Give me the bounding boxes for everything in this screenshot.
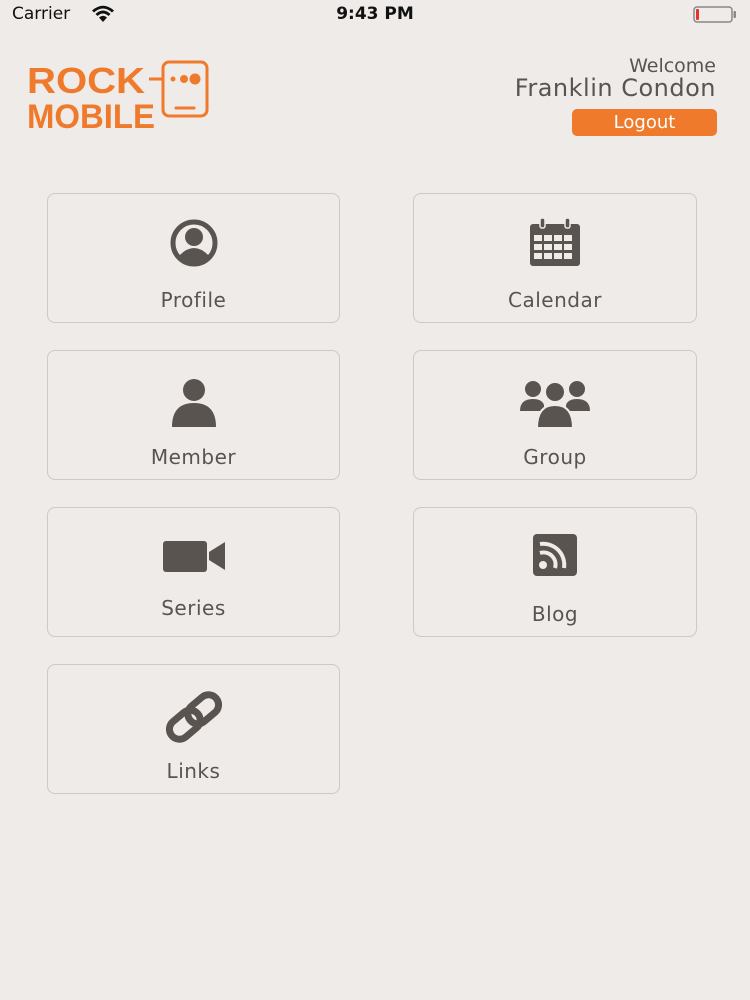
status-time: 9:43 PM (336, 4, 414, 24)
video-camera-icon (48, 538, 339, 574)
phone-logo-icon (149, 60, 209, 118)
series-tile[interactable]: Series (47, 507, 340, 637)
tile-label: Series (161, 596, 226, 620)
logout-button[interactable]: Logout (572, 109, 717, 136)
profile-tile[interactable]: Profile (47, 193, 340, 323)
logo-line2: MOBILE (27, 98, 155, 132)
user-circle-icon (48, 218, 339, 268)
calendar-tile[interactable]: Calendar (413, 193, 697, 323)
tile-label: Member (150, 445, 237, 469)
group-tile[interactable]: Group (413, 350, 697, 480)
tile-label: Profile (160, 288, 227, 312)
tile-label: Links (166, 759, 221, 783)
rss-icon (414, 532, 696, 578)
battery-icon (693, 6, 737, 23)
user-icon (48, 377, 339, 429)
tile-label: Calendar (508, 288, 602, 312)
blog-tile[interactable]: Blog (413, 507, 697, 637)
member-tile[interactable]: Member (47, 350, 340, 480)
link-icon (48, 691, 339, 743)
tile-label: Blog (531, 602, 579, 626)
calendar-icon (414, 218, 696, 268)
rock-mobile-logo: ROCK MOBILE (26, 60, 212, 136)
users-group-icon (414, 377, 696, 429)
tile-label: Group (523, 445, 587, 469)
status-bar: Carrier 9:43 PM (0, 0, 750, 30)
logo-line1: ROCK (27, 60, 145, 101)
user-name: Franklin Condon (514, 74, 716, 102)
links-tile[interactable]: Links (47, 664, 340, 794)
